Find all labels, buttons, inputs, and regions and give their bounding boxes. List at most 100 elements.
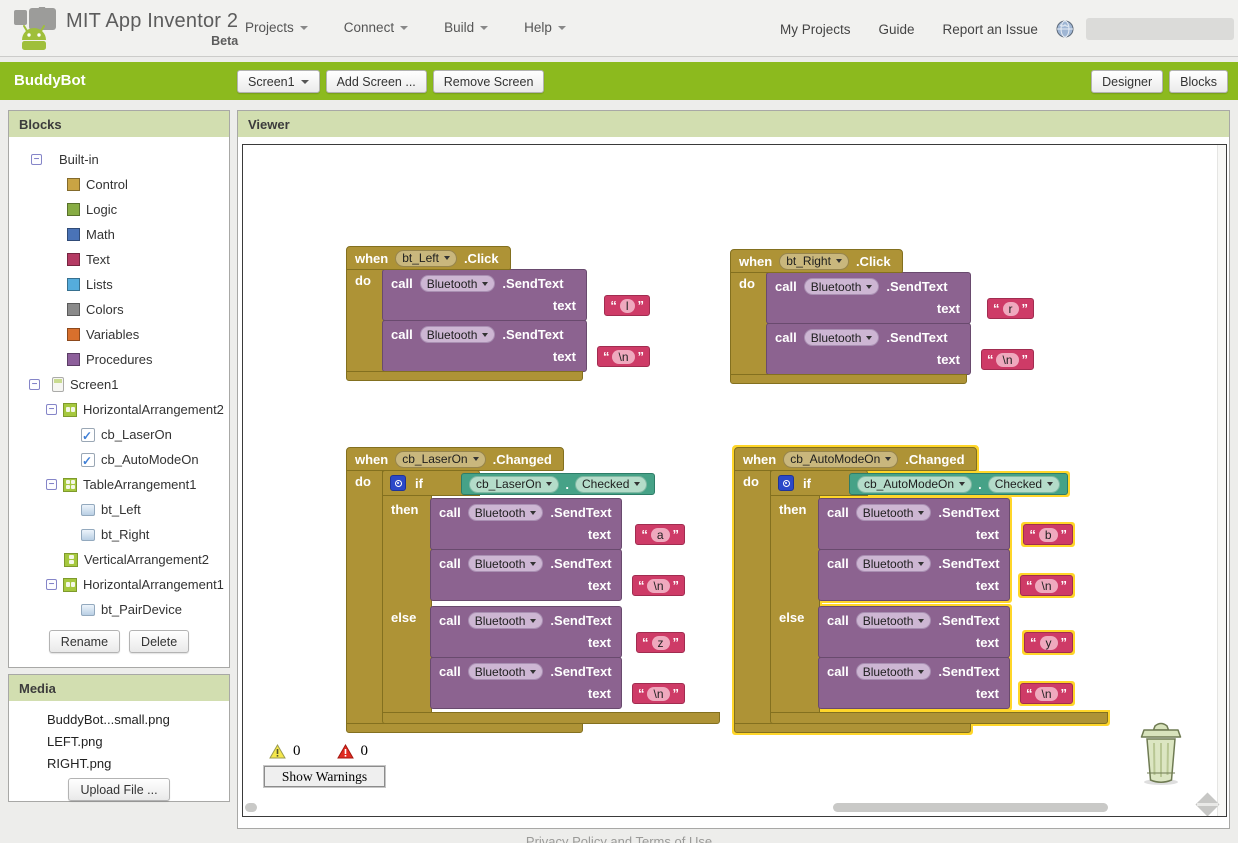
show-warnings-button[interactable]: Show Warnings [263,765,386,788]
palette-category-variables[interactable]: Variables [9,322,229,347]
remove-screen-button[interactable]: Remove Screen [432,70,545,93]
call-block[interactable]: call Bluetooth .SendText text “ \n ” [818,549,1073,601]
component-dropdown[interactable]: Bluetooth [419,326,496,343]
tree-cb-laseron[interactable]: cb_LaserOn [9,422,229,447]
text-string-block[interactable]: “ r ” [987,298,1034,319]
call-block[interactable]: call Bluetooth .SendText text “ z ” [430,606,685,658]
text-string-block[interactable]: “ \n ” [980,349,1034,370]
tree-verticalarrangement2[interactable]: VerticalArrangement2 [9,547,229,572]
text-value-field[interactable]: b [1038,527,1058,542]
designer-view-button[interactable]: Designer [1091,70,1164,93]
call-block[interactable]: call Bluetooth .SendText text “ b ” [818,498,1073,550]
horizontal-scrollbar-end[interactable] [245,803,257,812]
event-block-cb-automodeon-changed[interactable]: when cb_AutoModeOn .Changed do if cb_Aut… [734,447,1108,733]
menu-connect[interactable]: Connect [344,20,409,35]
text-string-block[interactable]: “ z ” [636,632,685,653]
tree-horizontalarrangement1[interactable]: HorizontalArrangement1 [9,572,229,597]
mutator-gear-icon[interactable] [390,475,406,491]
if-else-block[interactable]: if cb_LaserOn . Checked then call Blueto… [382,470,720,724]
menu-build[interactable]: Build [444,20,489,35]
blocks-workspace-canvas[interactable]: when bt_Left .Click do call Bluetooth .S… [242,144,1227,817]
text-string-block[interactable]: “ l ” [604,295,650,316]
palette-category-procedures[interactable]: Procedures [9,347,229,372]
text-string-block[interactable]: “ y ” [1024,632,1073,653]
call-block[interactable]: call Bluetooth .SendText text “ l ” [382,269,650,321]
vertical-scrollbar[interactable] [1217,145,1226,816]
trash-icon[interactable] [1133,720,1188,786]
tree-bt-pairdevice[interactable]: bt_PairDevice [9,597,229,622]
component-dropdown[interactable]: bt_Right [779,252,849,270]
tree-bt-right[interactable]: bt_Right [9,522,229,547]
call-block[interactable]: call Bluetooth .SendText text “ \n ” [818,657,1073,709]
screen-selector-button[interactable]: Screen1 [237,70,320,93]
text-string-block[interactable]: “ \n ” [631,683,685,704]
property-dropdown[interactable]: Checked [987,475,1061,493]
media-file[interactable]: RIGHT.png [47,753,229,775]
component-dropdown[interactable]: Bluetooth [467,663,544,680]
event-block-cb-laseron-changed[interactable]: when cb_LaserOn .Changed do if cb_LaserO… [346,447,720,733]
palette-category-math[interactable]: Math [9,222,229,247]
checked-getter-block[interactable]: cb_AutoModeOn . Checked [849,473,1069,495]
text-string-block[interactable]: “ \n ” [1019,575,1073,596]
call-block[interactable]: call Bluetooth .SendText text “ y ” [818,606,1073,658]
component-dropdown[interactable]: Bluetooth [855,504,932,521]
horizontal-scrollbar-thumb[interactable] [833,803,1108,812]
component-dropdown[interactable]: Bluetooth [855,555,932,572]
palette-category-control[interactable]: Control [9,172,229,197]
media-file[interactable]: BuddyBot...small.png [47,709,229,731]
tree-screen1[interactable]: Screen1 [9,372,229,397]
event-block-bt-right-click[interactable]: when bt_Right .Click do call Bluetooth .… [730,249,1034,384]
text-value-field[interactable]: \n [1035,578,1058,593]
user-account-redacted[interactable] [1085,18,1234,40]
component-dropdown[interactable]: cb_AutoModeOn [857,475,973,493]
text-string-block[interactable]: “ a ” [635,524,685,545]
text-string-block[interactable]: “ \n ” [596,346,650,367]
call-block[interactable]: call Bluetooth .SendText text “ \n ” [382,320,650,372]
property-dropdown[interactable]: Checked [575,475,648,493]
component-dropdown[interactable]: Bluetooth [855,612,932,629]
footer-links[interactable]: Privacy Policy and Terms of Use [0,834,1238,843]
palette-category-lists[interactable]: Lists [9,272,229,297]
blocks-view-button[interactable]: Blocks [1169,70,1228,93]
text-value-field[interactable]: \n [647,686,670,701]
component-dropdown[interactable]: Bluetooth [419,275,496,292]
rename-button[interactable]: Rename [48,630,121,653]
text-value-field[interactable]: \n [647,578,670,593]
text-string-block[interactable]: “ \n ” [631,575,685,596]
call-block[interactable]: call Bluetooth .SendText text “ \n ” [430,549,685,601]
palette-category-logic[interactable]: Logic [9,197,229,222]
component-dropdown[interactable]: cb_LaserOn [469,475,560,493]
report-issue-link[interactable]: Report an Issue [943,22,1038,37]
text-string-block[interactable]: “ \n ” [1019,683,1073,704]
call-block[interactable]: call Bluetooth .SendText text “ r ” [766,272,1034,324]
component-dropdown[interactable]: Bluetooth [803,278,880,295]
tree-tablearrangement1[interactable]: TableArrangement1 [9,472,229,497]
call-block[interactable]: call Bluetooth .SendText text “ \n ” [766,323,1034,375]
guide-link[interactable]: Guide [879,22,915,37]
delete-button[interactable]: Delete [129,630,190,653]
text-value-field[interactable]: r [1002,301,1019,316]
my-projects-link[interactable]: My Projects [780,22,851,37]
call-block[interactable]: call Bluetooth .SendText text “ \n ” [430,657,685,709]
collapse-icon[interactable] [31,154,42,165]
tree-builtin[interactable]: Built-in [9,147,229,172]
call-block[interactable]: call Bluetooth .SendText text “ a ” [430,498,685,550]
component-dropdown[interactable]: bt_Left [395,249,457,267]
collapse-icon[interactable] [46,479,57,490]
component-dropdown[interactable]: Bluetooth [467,504,544,521]
collapse-icon[interactable] [29,379,40,390]
text-value-field[interactable]: z [651,635,670,650]
component-dropdown[interactable]: Bluetooth [467,612,544,629]
checked-getter-block[interactable]: cb_LaserOn . Checked [461,473,656,495]
palette-category-text[interactable]: Text [9,247,229,272]
menu-projects[interactable]: Projects [245,20,308,35]
component-dropdown[interactable]: cb_LaserOn [395,450,486,468]
upload-file-button[interactable]: Upload File ... [68,778,170,801]
mutator-gear-icon[interactable] [778,475,794,491]
text-value-field[interactable]: \n [612,349,635,364]
tree-horizontalarrangement2[interactable]: HorizontalArrangement2 [9,397,229,422]
component-dropdown[interactable]: Bluetooth [467,555,544,572]
text-value-field[interactable]: l [619,298,635,313]
collapse-icon[interactable] [46,404,57,415]
palette-category-colors[interactable]: Colors [9,297,229,322]
